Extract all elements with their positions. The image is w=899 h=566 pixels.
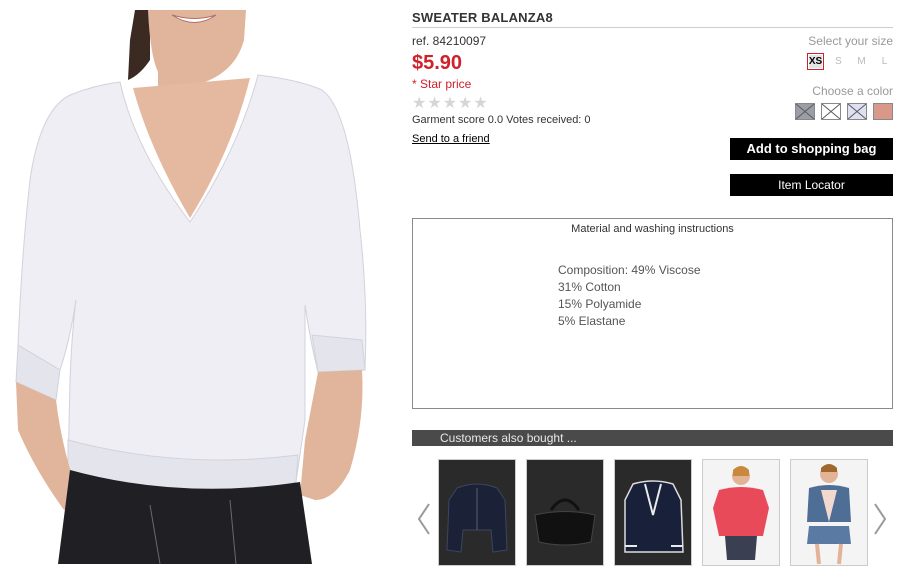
star-icon[interactable]: ★: [412, 96, 426, 112]
composition-line: Composition: 49% Viscose: [558, 263, 701, 277]
size-selector: XS S M L: [807, 53, 893, 70]
swatch-cross-icon: [848, 104, 866, 119]
also-bought-header: Customers also bought ...: [412, 430, 893, 446]
also-bought-item[interactable]: [702, 459, 780, 566]
color-selector: [795, 103, 893, 120]
size-option-xs[interactable]: XS: [807, 53, 824, 70]
color-swatch-lavender[interactable]: [847, 103, 867, 120]
size-selector-label: Select your size: [808, 34, 893, 48]
star-icon[interactable]: ★: [443, 96, 457, 112]
coral-jacket-image: [713, 466, 769, 560]
star-icon[interactable]: ★: [427, 96, 441, 112]
also-bought-item[interactable]: [614, 459, 692, 566]
star-price-label: * Star price: [412, 77, 472, 91]
composition-line: 31% Cotton: [558, 280, 621, 294]
color-swatch-white[interactable]: [821, 103, 841, 120]
carousel-next-arrow[interactable]: [872, 502, 888, 536]
chevron-left-icon: [417, 503, 430, 535]
send-to-friend-link[interactable]: Send to a friend: [412, 133, 490, 145]
garment-score: Garment score 0.0 Votes received: 0: [412, 114, 591, 126]
denim-vest-image: [807, 464, 851, 565]
also-bought-item[interactable]: [438, 459, 516, 566]
navy-jacket-image: [446, 483, 508, 553]
chevron-right-icon: [874, 503, 887, 535]
product-reference: ref. 84210097: [412, 34, 487, 48]
item-locator-button[interactable]: Item Locator: [730, 174, 893, 196]
material-composition: Composition: 49% Viscose 31% Cotton 15% …: [558, 262, 701, 330]
sweater-model-image: [15, 10, 367, 564]
color-swatch-salmon[interactable]: [873, 103, 893, 120]
also-bought-carousel: [438, 459, 868, 566]
carousel-prev-arrow[interactable]: [416, 502, 432, 536]
navy-blazer-image: [624, 480, 684, 553]
also-bought-item[interactable]: [526, 459, 604, 566]
color-selector-label: Choose a color: [812, 84, 893, 98]
also-bought-item[interactable]: [790, 459, 868, 566]
product-photo: [0, 0, 400, 564]
size-option-l[interactable]: L: [876, 53, 893, 70]
swatch-cross-icon: [796, 104, 814, 119]
add-to-shopping-bag-button[interactable]: Add to shopping bag: [730, 138, 893, 160]
material-title: Material and washing instructions: [571, 223, 734, 235]
color-swatch-gray[interactable]: [795, 103, 815, 120]
product-title: SWEATER BALANZA8: [412, 10, 893, 28]
material-box: Material and washing instructions Compos…: [412, 218, 893, 409]
size-option-s[interactable]: S: [830, 53, 847, 70]
rating-stars[interactable]: ★ ★ ★ ★ ★: [412, 96, 488, 112]
composition-line: 5% Elastane: [558, 314, 626, 328]
star-icon[interactable]: ★: [458, 96, 472, 112]
black-bag-image: [534, 498, 596, 546]
product-price: $5.90: [412, 52, 463, 74]
swatch-cross-icon: [822, 104, 840, 119]
composition-line: 15% Polyamide: [558, 297, 642, 311]
size-option-m[interactable]: M: [853, 53, 870, 70]
star-icon[interactable]: ★: [473, 96, 487, 112]
